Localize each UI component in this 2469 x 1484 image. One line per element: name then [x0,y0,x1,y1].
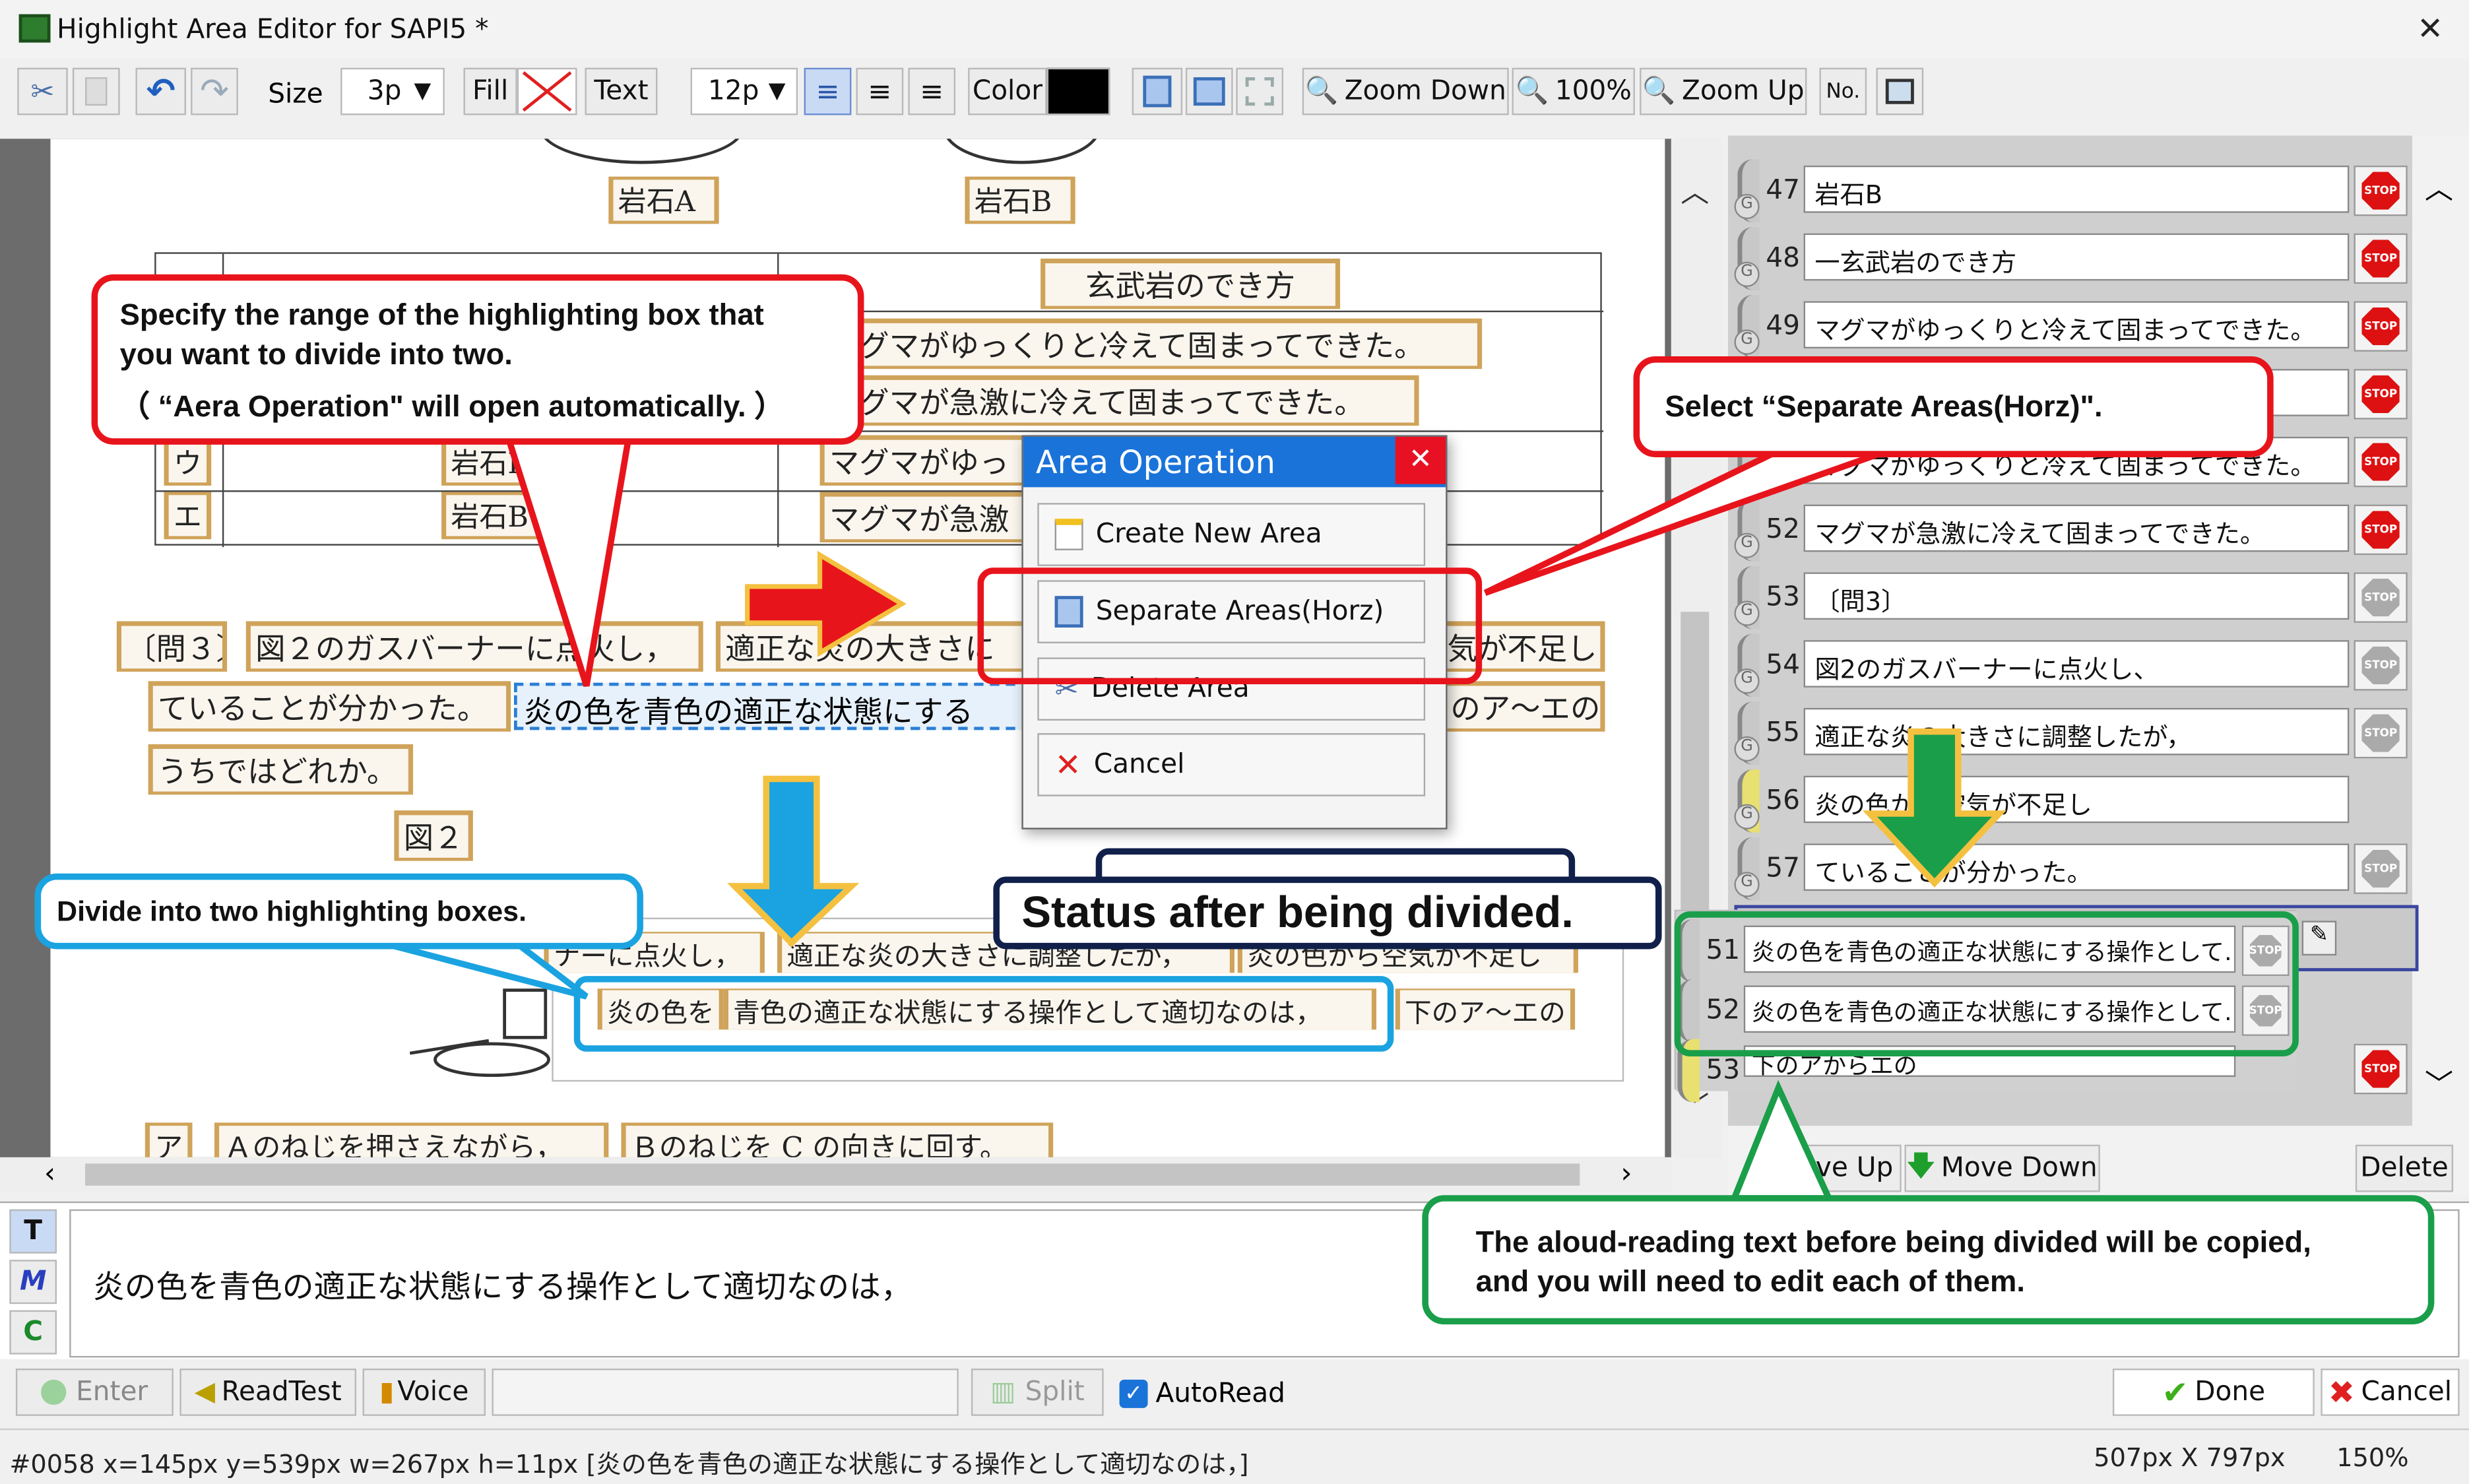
divide-callout: Divide into two highlighting boxes. [34,873,643,950]
status-after-callout: Status after being divided. [993,876,1662,950]
range-callout: Specify the range of the highlighting bo… [91,274,864,445]
copied-callout: The aloud-reading text before being divi… [1422,1195,2435,1325]
select-callout: Select “Separate Areas(Horz)". [1633,356,2274,457]
